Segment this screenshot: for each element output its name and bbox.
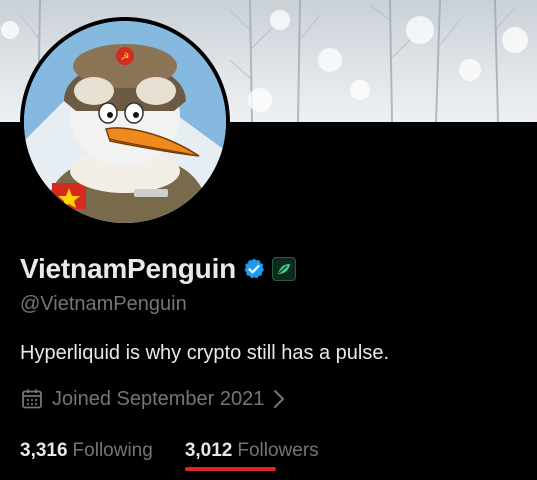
svg-text:☭: ☭: [121, 52, 130, 63]
highlight-underline: [184, 467, 276, 471]
chevron-right-icon: [274, 390, 285, 408]
affiliate-badge[interactable]: [272, 257, 297, 281]
display-name: VietnamPenguin: [20, 253, 237, 284]
follow-stats: 3,316 Following 3,012 Followers: [20, 440, 319, 471]
avatar-image: ☭: [24, 21, 226, 223]
join-date-text: Joined September 2021: [52, 387, 265, 410]
followers-link[interactable]: 3,012 Followers: [184, 440, 319, 471]
followers-label: Followers: [237, 440, 319, 461]
following-link[interactable]: 3,316 Following: [20, 440, 153, 462]
penguin-avatar-illustration: ☭: [24, 21, 226, 223]
followers-count: 3,012: [184, 440, 233, 461]
following-count: 3,316: [20, 440, 68, 461]
calendar-icon: [22, 389, 42, 409]
profile-avatar[interactable]: ☭: [20, 17, 230, 227]
join-date-row[interactable]: Joined September 2021: [20, 387, 288, 411]
profile-bio: Hyperliquid is why crypto still has a pu…: [20, 342, 390, 364]
profile-name-row: VietnamPenguin: [20, 249, 297, 289]
verified-badge-icon[interactable]: [242, 257, 266, 281]
leaf-icon: [278, 264, 291, 274]
following-label: Following: [72, 440, 153, 461]
user-handle: @VietnamPenguin: [20, 293, 187, 315]
